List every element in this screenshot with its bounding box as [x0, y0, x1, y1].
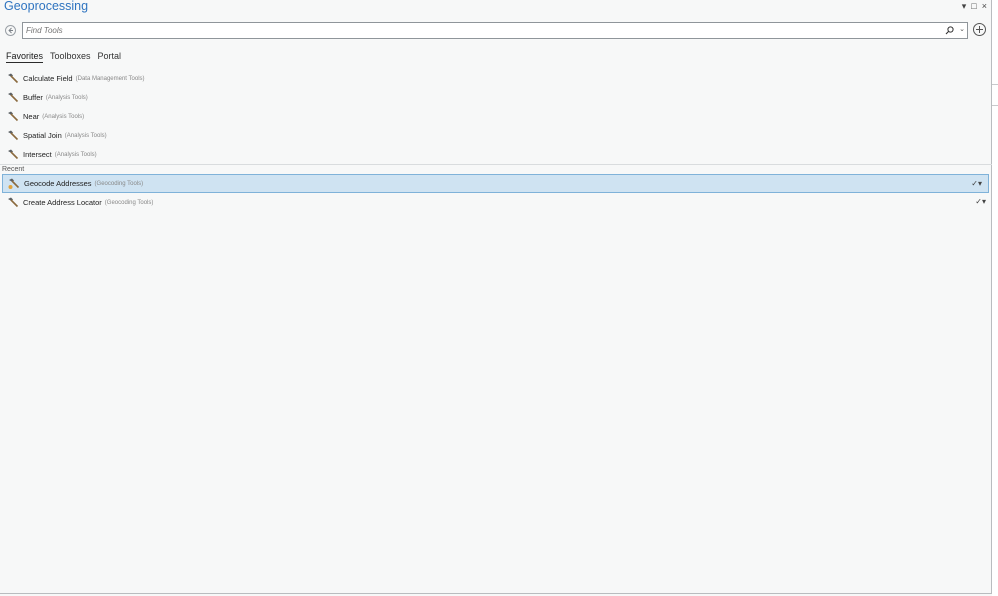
list-item-geocode-addresses[interactable]: Geocode Addresses (Geocoding Tools) ✓▾: [2, 174, 989, 193]
adjacent-pane-edge: [992, 0, 998, 596]
toolbox-name: (Data Management Tools): [75, 75, 145, 82]
list-item-spatial-join[interactable]: Spatial Join (Analysis Tools): [0, 126, 992, 145]
search-input[interactable]: [26, 24, 926, 37]
toolbox-name: (Analysis Tools): [45, 94, 88, 101]
toolbox-name: (Analysis Tools): [54, 151, 97, 158]
pane-divider: [992, 84, 998, 106]
recent-section-header: Recent: [0, 164, 992, 174]
back-button[interactable]: [5, 25, 16, 36]
search-icon[interactable]: [944, 25, 955, 36]
hammer-icon: [8, 149, 19, 160]
geoprocessing-pane: Geoprocessing ▾ □ × ⌄ Favorites Toolboxe…: [0, 0, 992, 594]
toolbox-name: (Analysis Tools): [42, 113, 85, 120]
hammer-icon: [8, 111, 19, 122]
tool-name: Near: [23, 112, 40, 121]
hammer-icon: [8, 130, 19, 141]
tool-name: Create Address Locator: [23, 198, 102, 207]
pane-title: Geoprocessing: [4, 0, 89, 13]
tab-bar: Favorites Toolboxes Portal: [6, 51, 121, 63]
search-options-chevron-icon[interactable]: ⌄: [959, 25, 965, 33]
tool-name: Spatial Join: [23, 131, 62, 140]
list-item-near[interactable]: Near (Analysis Tools): [0, 107, 992, 126]
tool-name: Geocode Addresses: [24, 179, 92, 188]
checkmark-dropdown-icon[interactable]: ✓▾: [971, 179, 982, 188]
pane-menu-button[interactable]: ▾: [962, 1, 967, 11]
toolbox-name: (Geocoding Tools): [104, 199, 154, 206]
checkmark-dropdown-icon[interactable]: ✓▾: [975, 197, 986, 206]
add-icon[interactable]: [973, 23, 986, 36]
list-item-intersect[interactable]: Intersect (Analysis Tools): [0, 145, 992, 164]
tab-toolboxes[interactable]: Toolboxes: [50, 51, 91, 63]
hammer-icon: [8, 197, 19, 208]
back-arrow-icon: [8, 27, 13, 34]
tool-name: Calculate Field: [23, 74, 73, 83]
restore-button[interactable]: □: [971, 1, 976, 11]
window-controls: ▾ □ ×: [962, 0, 987, 12]
find-tools-search: ⌄: [22, 22, 968, 39]
list-item-calculate-field[interactable]: Calculate Field (Data Management Tools): [0, 69, 992, 88]
tool-name: Buffer: [23, 93, 43, 102]
toolbox-name: (Geocoding Tools): [94, 180, 144, 187]
close-button[interactable]: ×: [982, 1, 987, 11]
list-item-buffer[interactable]: Buffer (Analysis Tools): [0, 88, 992, 107]
tool-list: Calculate Field (Data Management Tools) …: [0, 69, 992, 212]
toolbox-name: (Analysis Tools): [64, 132, 107, 139]
hammer-icon: [8, 73, 19, 84]
hammer-icon: [8, 92, 19, 103]
geocode-hammer-icon: [8, 178, 20, 189]
tool-name: Intersect: [23, 150, 52, 159]
tab-favorites[interactable]: Favorites: [6, 51, 44, 63]
list-item-create-address-locator[interactable]: Create Address Locator (Geocoding Tools)…: [0, 193, 992, 212]
tab-portal[interactable]: Portal: [98, 51, 122, 63]
